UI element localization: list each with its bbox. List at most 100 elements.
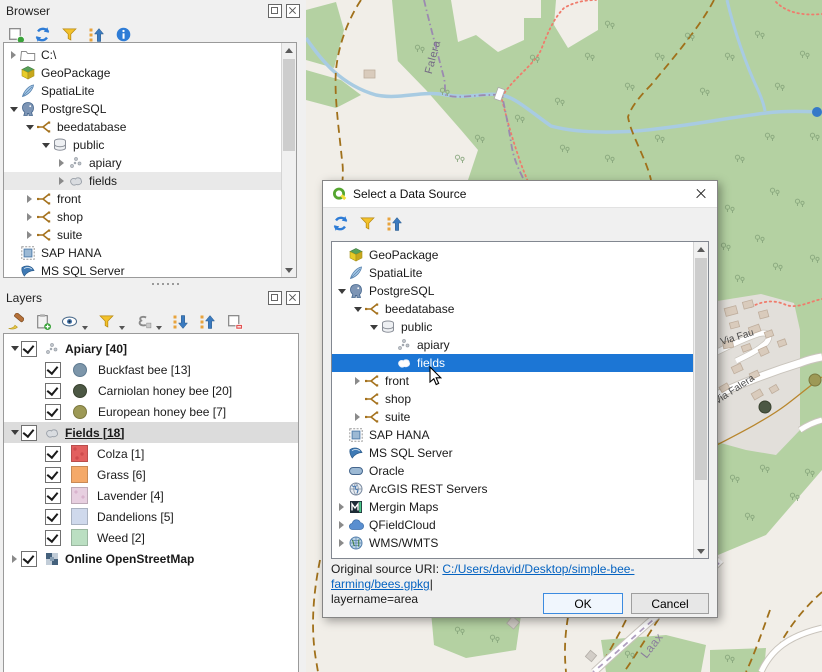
layers-close-button[interactable] bbox=[286, 291, 300, 305]
scroll-up-icon[interactable] bbox=[694, 242, 708, 256]
visibility-checkbox[interactable] bbox=[45, 530, 61, 546]
visibility-checkbox[interactable] bbox=[45, 509, 61, 525]
source-item-public[interactable]: public bbox=[332, 318, 708, 336]
remove-layer-button[interactable] bbox=[225, 312, 243, 330]
expander-icon[interactable] bbox=[55, 159, 68, 167]
scroll-down-icon[interactable] bbox=[694, 544, 708, 558]
expander-icon[interactable] bbox=[23, 213, 36, 221]
chevron-down-icon[interactable] bbox=[119, 326, 125, 330]
browser-item-front[interactable]: front bbox=[4, 190, 296, 208]
browser-item-cdrive[interactable]: C:\ bbox=[4, 46, 296, 64]
browser-item-shop[interactable]: shop bbox=[4, 208, 296, 226]
map-themes-button[interactable] bbox=[60, 312, 78, 330]
filter-legend-button[interactable] bbox=[97, 312, 115, 330]
refresh-button[interactable] bbox=[331, 214, 349, 232]
refresh-button[interactable] bbox=[33, 25, 51, 43]
collapse-all-button[interactable] bbox=[198, 312, 216, 330]
browser-item-spatialite[interactable]: SpatiaLite bbox=[4, 82, 296, 100]
browser-item-public[interactable]: public bbox=[4, 136, 296, 154]
visibility-checkbox[interactable] bbox=[45, 488, 61, 504]
expander-icon[interactable] bbox=[335, 521, 348, 529]
browser-item-mssql[interactable]: MS SQL Server bbox=[4, 262, 296, 278]
source-item-suite[interactable]: suite bbox=[332, 408, 708, 426]
visibility-checkbox[interactable] bbox=[21, 425, 37, 441]
expander-icon[interactable] bbox=[39, 143, 52, 148]
source-item-front[interactable]: front bbox=[332, 372, 708, 390]
source-item-sap-hana[interactable]: SAP HANA bbox=[332, 426, 708, 444]
visibility-checkbox[interactable] bbox=[45, 467, 61, 483]
layer-item-osm[interactable]: Online OpenStreetMap bbox=[4, 548, 298, 569]
layer-item-grass[interactable]: Grass [6] bbox=[4, 464, 298, 485]
scroll-thumb[interactable] bbox=[695, 258, 707, 480]
source-item-mssql[interactable]: MS SQL Server bbox=[332, 444, 708, 462]
expander-icon[interactable] bbox=[351, 377, 364, 385]
layer-item-european[interactable]: European honey bee [7] bbox=[4, 401, 298, 422]
source-item-oracle[interactable]: Oracle bbox=[332, 462, 708, 480]
chevron-down-icon[interactable] bbox=[156, 326, 162, 330]
layer-item-carniolan[interactable]: Carniolan honey bee [20] bbox=[4, 380, 298, 401]
expander-icon[interactable] bbox=[351, 413, 364, 421]
layer-group-apiary[interactable]: Apiary [40] bbox=[4, 338, 298, 359]
browser-item-sap-hana[interactable]: SAP HANA bbox=[4, 244, 296, 262]
source-item-wms[interactable]: WMS/WMTS bbox=[332, 534, 708, 552]
collapse-all-button[interactable] bbox=[385, 214, 403, 232]
dialog-close-icon[interactable] bbox=[693, 186, 709, 202]
source-item-mergin[interactable]: Mergin Maps bbox=[332, 498, 708, 516]
source-item-qfieldcloud[interactable]: QFieldCloud bbox=[332, 516, 708, 534]
cancel-button[interactable]: Cancel bbox=[631, 593, 709, 614]
expander-icon[interactable] bbox=[335, 503, 348, 511]
properties-button[interactable] bbox=[114, 25, 132, 43]
layer-item-colza[interactable]: Colza [1] bbox=[4, 443, 298, 464]
add-group-button[interactable] bbox=[33, 312, 51, 330]
expander-icon[interactable] bbox=[23, 125, 36, 130]
scroll-up-icon[interactable] bbox=[282, 43, 296, 57]
source-item-arcgis[interactable]: ArcGIS REST Servers bbox=[332, 480, 708, 498]
visibility-checkbox[interactable] bbox=[21, 551, 37, 567]
scroll-down-icon[interactable] bbox=[282, 263, 296, 277]
layers-float-button[interactable] bbox=[268, 291, 282, 305]
browser-item-suite[interactable]: suite bbox=[4, 226, 296, 244]
browser-item-beedatabase[interactable]: beedatabase bbox=[4, 118, 296, 136]
visibility-checkbox[interactable] bbox=[21, 341, 37, 357]
expander-icon[interactable] bbox=[8, 346, 21, 351]
source-item-shop[interactable]: shop bbox=[332, 390, 708, 408]
collapse-all-button[interactable] bbox=[87, 25, 105, 43]
layer-item-dandelions[interactable]: Dandelions [5] bbox=[4, 506, 298, 527]
filter-button[interactable] bbox=[60, 25, 78, 43]
browser-item-postgresql[interactable]: PostgreSQL bbox=[4, 100, 296, 118]
expander-icon[interactable] bbox=[7, 107, 20, 112]
browser-float-button[interactable] bbox=[268, 4, 282, 18]
ok-button[interactable]: OK bbox=[543, 593, 623, 614]
expression-filter-button[interactable] bbox=[134, 312, 152, 330]
chevron-down-icon[interactable] bbox=[82, 326, 88, 330]
visibility-checkbox[interactable] bbox=[45, 446, 61, 462]
layer-item-buckfast[interactable]: Buckfast bee [13] bbox=[4, 359, 298, 380]
layer-styling-button[interactable] bbox=[6, 312, 24, 330]
layer-item-weed[interactable]: Weed [2] bbox=[4, 527, 298, 548]
expand-all-button[interactable] bbox=[171, 312, 189, 330]
source-item-apiary[interactable]: apiary bbox=[332, 336, 708, 354]
source-item-geopackage[interactable]: GeoPackage bbox=[332, 246, 708, 264]
browser-item-geopackage[interactable]: GeoPackage bbox=[4, 64, 296, 82]
source-item-fields[interactable]: fields bbox=[332, 354, 708, 372]
layer-item-lavender[interactable]: Lavender [4] bbox=[4, 485, 298, 506]
expander-icon[interactable] bbox=[55, 177, 68, 185]
expander-icon[interactable] bbox=[367, 325, 380, 330]
expander-icon[interactable] bbox=[335, 539, 348, 547]
source-item-beedatabase[interactable]: beedatabase bbox=[332, 300, 708, 318]
expander-icon[interactable] bbox=[8, 430, 21, 435]
visibility-checkbox[interactable] bbox=[45, 404, 61, 420]
source-item-spatialite[interactable]: SpatiaLite bbox=[332, 264, 708, 282]
visibility-checkbox[interactable] bbox=[45, 362, 61, 378]
dialog-titlebar[interactable]: Select a Data Source bbox=[323, 181, 717, 208]
dialog-scrollbar[interactable] bbox=[693, 242, 708, 558]
expander-icon[interactable] bbox=[8, 555, 21, 563]
visibility-checkbox[interactable] bbox=[45, 383, 61, 399]
filter-button[interactable] bbox=[358, 214, 376, 232]
scroll-thumb[interactable] bbox=[283, 59, 295, 151]
browser-scrollbar[interactable] bbox=[281, 43, 296, 277]
expander-icon[interactable] bbox=[23, 195, 36, 203]
browser-item-fields[interactable]: fields bbox=[4, 172, 296, 190]
expander-icon[interactable] bbox=[23, 231, 36, 239]
expander-icon[interactable] bbox=[7, 51, 20, 59]
